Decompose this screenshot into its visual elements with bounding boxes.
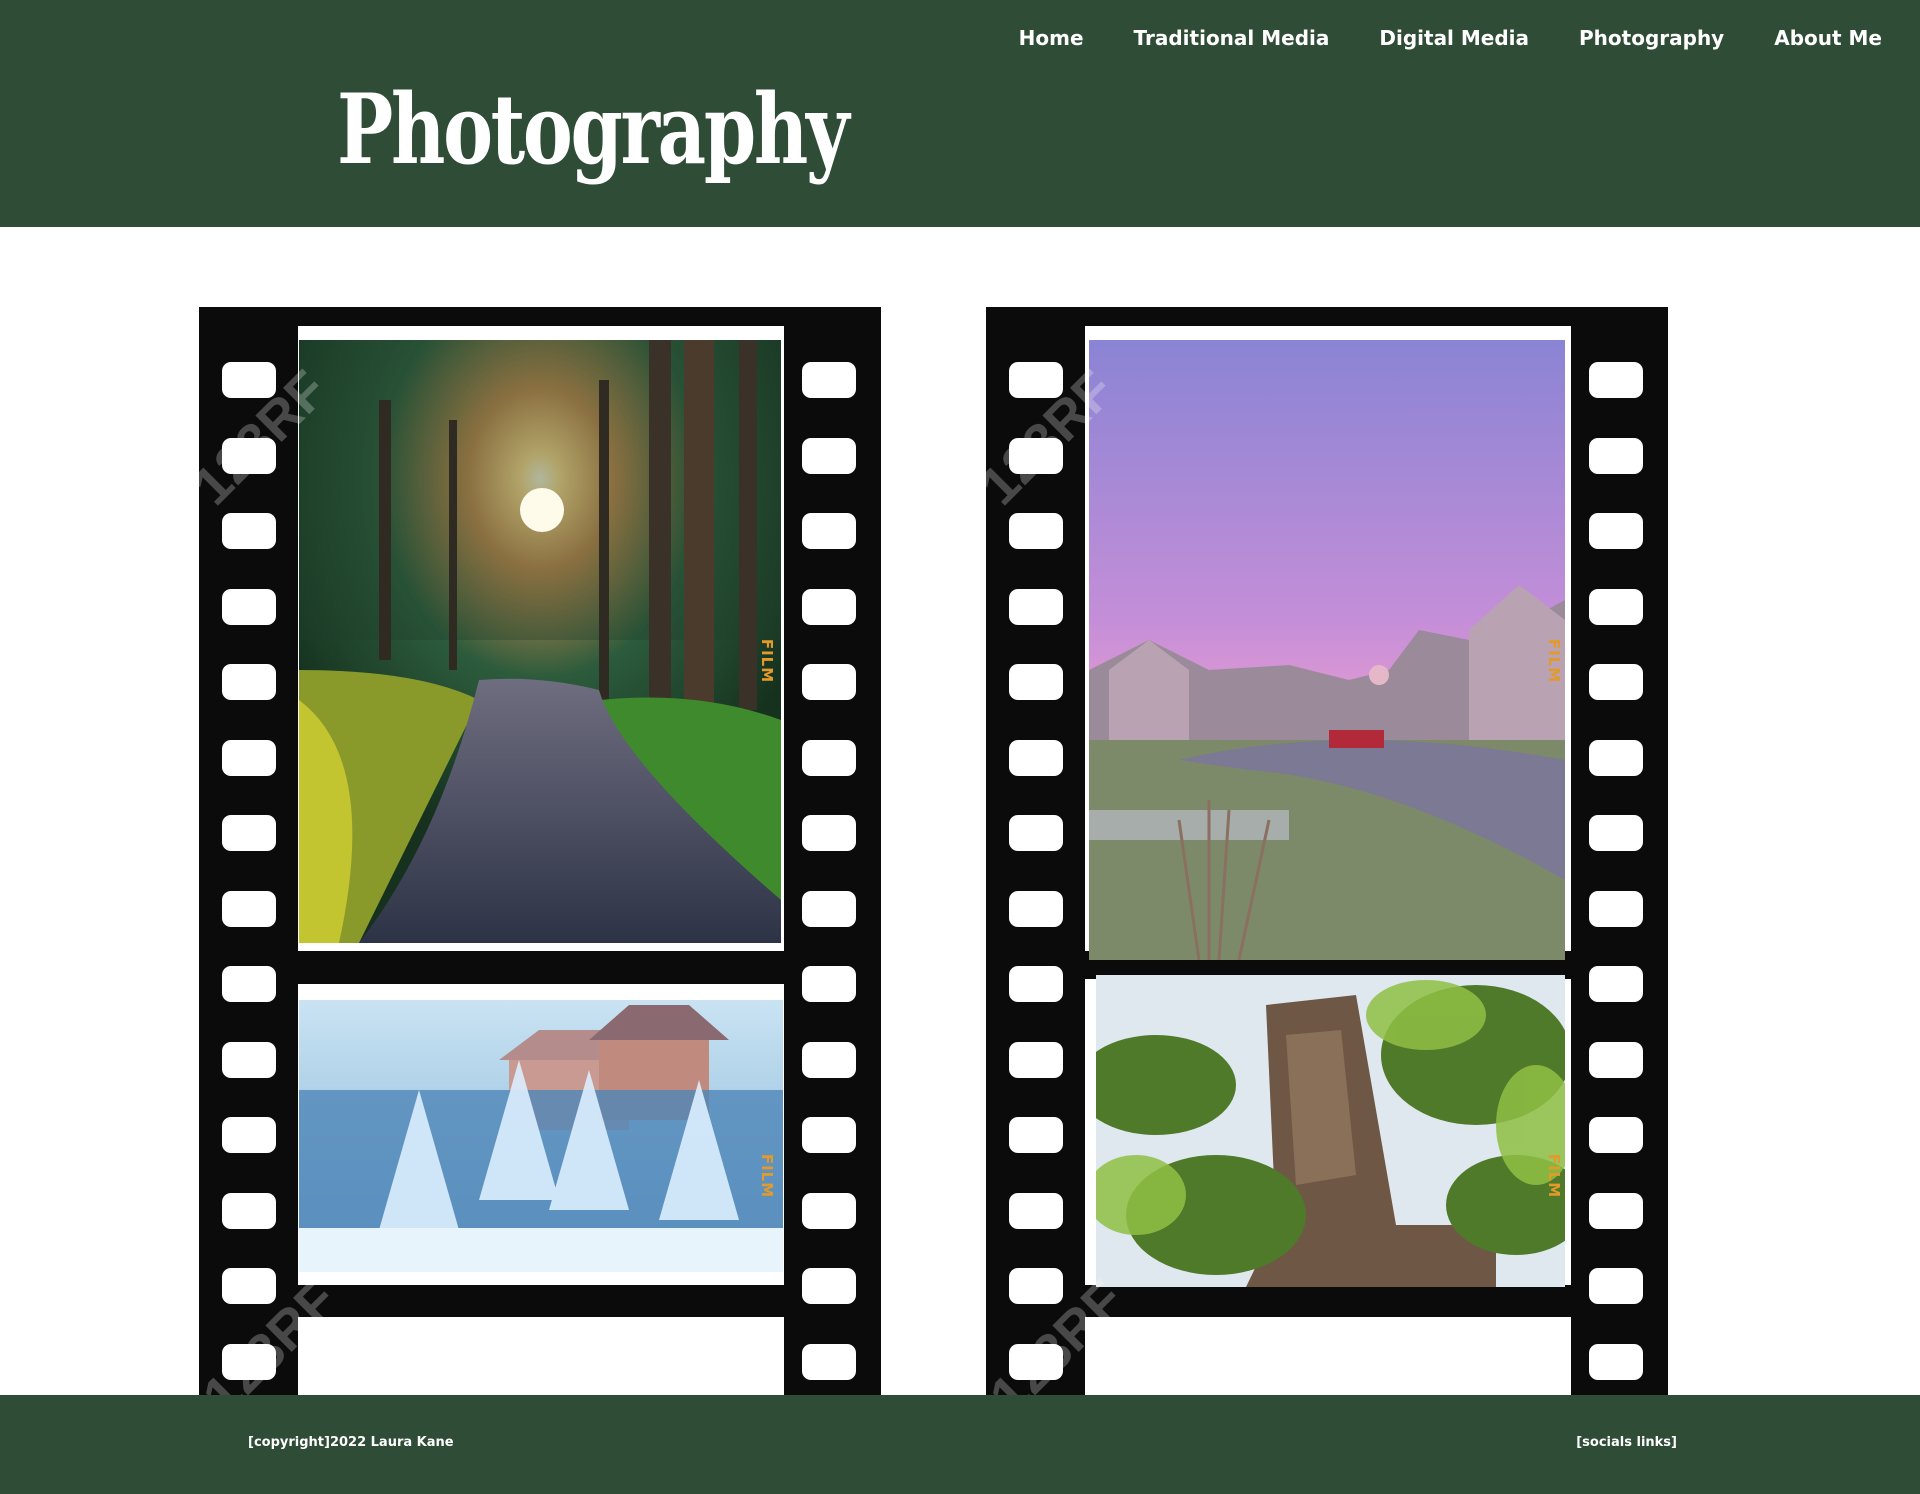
film-perforation xyxy=(222,1268,276,1304)
film-perforation xyxy=(1009,437,1063,474)
film-perforation xyxy=(1009,1192,1063,1229)
film-perforation xyxy=(802,513,856,549)
film-perforation xyxy=(1589,588,1643,625)
film-perforation xyxy=(802,588,856,625)
film-perforation xyxy=(1589,362,1643,398)
film-perforation xyxy=(222,815,276,851)
film-perforation xyxy=(1009,1268,1063,1304)
film-perforation xyxy=(802,1192,856,1229)
film-perforation xyxy=(1009,588,1063,625)
film-frame-empty xyxy=(1085,1317,1571,1395)
film-perforation xyxy=(1009,890,1063,927)
film-perforation xyxy=(222,362,276,398)
film-perforation xyxy=(1589,815,1643,851)
copyright-text: [copyright]2022 Laura Kane xyxy=(248,1435,454,1450)
film-perforation xyxy=(222,1117,276,1153)
film-perforation xyxy=(802,739,856,776)
film-perforation xyxy=(222,437,276,474)
photo-sunset-street[interactable] xyxy=(1089,340,1565,960)
film-perforation xyxy=(222,1192,276,1229)
film-perforation xyxy=(1589,1192,1643,1229)
film-perforation xyxy=(222,1041,276,1078)
photo-forest-path[interactable] xyxy=(299,340,781,943)
film-perforation xyxy=(802,1041,856,1078)
nav-photography-link[interactable]: Photography xyxy=(1579,22,1724,54)
film-perforation xyxy=(1009,513,1063,549)
film-strip-left: FILM FILM 123RF 123RF xyxy=(199,307,881,1395)
film-perforation xyxy=(222,966,276,1002)
film-perforation xyxy=(1009,1117,1063,1153)
film-perforation xyxy=(1589,513,1643,549)
photo-snowy-houses[interactable] xyxy=(299,1000,783,1272)
photo-sunset-street-image xyxy=(1089,340,1565,960)
page-title: Photography xyxy=(337,73,849,186)
film-perforation xyxy=(1589,966,1643,1002)
photo-snowy-houses-image xyxy=(299,1000,783,1272)
film-perforation xyxy=(1589,890,1643,927)
film-perforation xyxy=(222,890,276,927)
film-perforation xyxy=(1589,1268,1643,1304)
photo-boot-plant-image xyxy=(1096,975,1565,1287)
nav-traditional-media-link[interactable]: Traditional Media xyxy=(1134,22,1330,54)
film-label: FILM xyxy=(758,638,776,684)
film-perforation xyxy=(802,966,856,1002)
film-perforation xyxy=(802,437,856,474)
film-label: FILM xyxy=(758,1153,776,1199)
film-perforation xyxy=(222,664,276,700)
film-perforation xyxy=(802,1117,856,1153)
film-perforation xyxy=(1009,966,1063,1002)
film-perforation xyxy=(802,815,856,851)
film-perforation xyxy=(1589,1117,1643,1153)
film-perforation xyxy=(802,890,856,927)
photo-forest-path-image xyxy=(299,340,781,943)
nav-home-link[interactable]: Home xyxy=(1019,22,1084,54)
film-perforation xyxy=(1589,1343,1643,1380)
film-perforation xyxy=(1589,739,1643,776)
film-perforation xyxy=(1009,664,1063,700)
film-perforation xyxy=(222,588,276,625)
film-perforation xyxy=(1009,815,1063,851)
film-perforation xyxy=(1589,1041,1643,1078)
film-label: FILM xyxy=(1545,638,1563,684)
site-footer: [copyright]2022 Laura Kane [socials link… xyxy=(0,1395,1920,1494)
film-label: FILM xyxy=(1545,1153,1563,1199)
nav-digital-media-link[interactable]: Digital Media xyxy=(1379,22,1529,54)
film-perforation xyxy=(802,1268,856,1304)
site-header: Home Traditional Media Digital Media Pho… xyxy=(0,0,1920,227)
film-perforation xyxy=(1009,1041,1063,1078)
film-perforation xyxy=(802,664,856,700)
film-perforation xyxy=(1009,1343,1063,1380)
film-perforation xyxy=(802,362,856,398)
film-perforation xyxy=(222,739,276,776)
film-strip-right: FILM FILM 123RF 123RF xyxy=(986,307,1668,1395)
film-perforation xyxy=(1589,664,1643,700)
film-perforation xyxy=(1589,437,1643,474)
nav-about-me-link[interactable]: About Me xyxy=(1774,22,1882,54)
main-nav: Home Traditional Media Digital Media Pho… xyxy=(969,22,1882,54)
film-perforation xyxy=(222,513,276,549)
photo-boot-plant[interactable] xyxy=(1096,975,1565,1287)
film-perforation xyxy=(802,1343,856,1380)
socials-link[interactable]: [socials links] xyxy=(1576,1435,1677,1450)
film-perforation xyxy=(1009,362,1063,398)
film-frame-empty xyxy=(298,1317,784,1395)
film-perforation xyxy=(1009,739,1063,776)
film-perforation xyxy=(222,1343,276,1380)
